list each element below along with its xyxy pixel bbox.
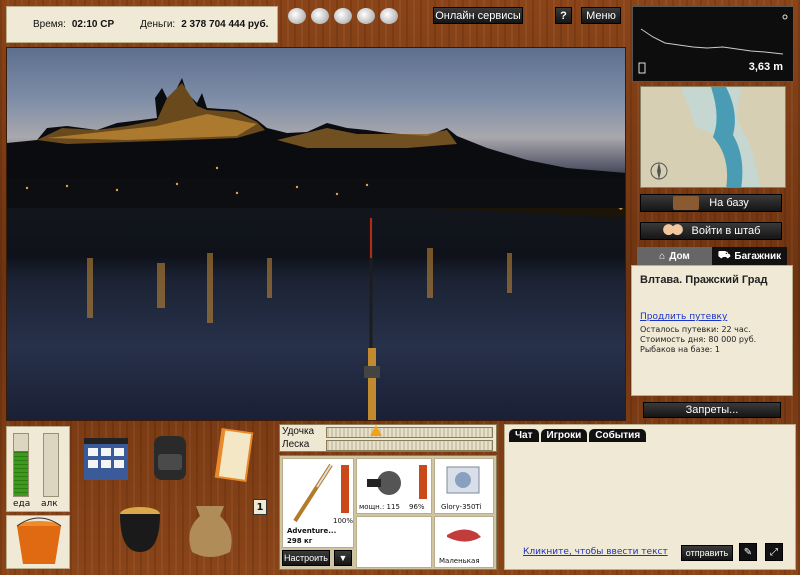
rod-condition-bar [341, 465, 349, 513]
time-label: Время: [33, 19, 66, 30]
fish-medal-icon[interactable] [380, 8, 398, 24]
tab-home-label: Дом [669, 250, 690, 262]
fishing-scene[interactable] [6, 47, 626, 421]
tackle-panel: 100% Adventure... 298 кг мощн.: 115 96% … [279, 455, 497, 570]
cauldron-icon[interactable] [112, 496, 168, 562]
eraser-icon[interactable]: ✎ [739, 543, 757, 561]
line-name: Glory-350Ti [441, 503, 482, 511]
to-base-label: На базу [709, 197, 749, 209]
rod-tension-bar [326, 427, 493, 438]
setup-dropdown-button[interactable]: ▼ [334, 550, 352, 566]
lure-name: Маленькая [439, 557, 480, 565]
rod-percent: 100% [333, 517, 354, 525]
enter-hq-button[interactable]: Войти в штаб [640, 222, 782, 240]
food-meter [13, 433, 29, 497]
rod-weight: 298 кг [287, 537, 313, 545]
rod-icon [293, 463, 333, 523]
help-button[interactable]: ? [555, 7, 572, 24]
enter-hq-label: Войти в штаб [691, 225, 761, 237]
car-icon: ⛟ [717, 249, 731, 261]
send-button[interactable]: отправить [681, 545, 733, 561]
house-icon [673, 196, 700, 210]
notebook-icon[interactable] [212, 426, 256, 484]
tab-events[interactable]: События [589, 429, 647, 442]
line-slot[interactable]: Glory-350Ti [434, 458, 494, 514]
people-icon [661, 224, 684, 238]
tab-players[interactable]: Игроки [540, 429, 588, 442]
fish-medal-icon[interactable] [334, 8, 352, 24]
money-value: 2 378 704 444 руб. [181, 19, 269, 30]
scene-illustration [7, 78, 625, 420]
anglers-count: Рыбаков на базе: 1 [640, 345, 720, 354]
line-spool-icon [446, 466, 480, 494]
alcohol-meter [43, 433, 59, 497]
to-base-button[interactable]: На базу [640, 194, 782, 212]
rod-bar-label: Удочка [282, 426, 315, 437]
tab-home[interactable]: ⌂ Дом [637, 247, 712, 265]
line-bar-label: Леска [282, 439, 310, 450]
location-title: Влтава. Пражский Град [640, 274, 768, 286]
menu-button[interactable]: Меню [581, 7, 621, 24]
rod-name: Adventure... [287, 527, 337, 535]
status-panel: Время: 02:10 СР Деньги: 2 378 704 444 ру… [6, 6, 278, 43]
home-tabs: ⌂ Дом ⛟ Багажник [637, 247, 787, 265]
reel-percent: 96% [409, 503, 425, 511]
backpack-icon[interactable] [148, 428, 192, 484]
reel-slot[interactable]: мощн.: 115 96% [356, 458, 432, 514]
trophy-bar [288, 8, 398, 24]
money-label: Деньги: [140, 19, 176, 30]
bucket-slot[interactable] [6, 515, 70, 569]
warning-icon [370, 425, 382, 436]
location-info: Влтава. Пражский Град Продлить путевку О… [631, 265, 793, 396]
fish-medal-icon[interactable] [288, 8, 306, 24]
tab-trunk[interactable]: ⛟ Багажник [712, 247, 787, 265]
tab-chat[interactable]: Чат [509, 429, 539, 442]
status-meters: еда алк [6, 426, 70, 512]
setup-button[interactable]: Настроить [282, 550, 330, 566]
lure-icon [447, 529, 481, 542]
depth-chart: 3,63 m [632, 6, 794, 82]
home-icon: ⌂ [659, 250, 666, 262]
bucket-icon [16, 517, 62, 564]
chat-tabs: Чат Игроки События [509, 429, 647, 442]
sack-icon[interactable] [182, 496, 238, 562]
reel-power: мощн.: 115 [359, 503, 400, 511]
lure-slot[interactable]: Маленькая [434, 516, 494, 568]
chat-panel: Чат Игроки События Кликните, чтобы ввест… [504, 424, 796, 570]
tackle-box-icon[interactable] [80, 428, 132, 484]
rod-slot[interactable]: 100% Adventure... 298 кг [282, 458, 354, 548]
day-cost: Стоимость дня: 80 000 руб. [640, 335, 757, 344]
permit-remaining: Осталось путевки: 22 час. [640, 325, 751, 334]
time-value: 02:10 СР [71, 19, 115, 30]
extend-permit-link[interactable]: Продлить путевку [640, 312, 784, 322]
online-services-button[interactable]: Онлайн сервисы [433, 7, 523, 24]
tab-trunk-label: Багажник [734, 250, 782, 262]
fish-medal-icon[interactable] [311, 8, 329, 24]
depth-value: 3,63 m [748, 61, 783, 73]
fish-medal-icon[interactable] [357, 8, 375, 24]
chat-input-link[interactable]: Кликните, чтобы ввести текст [523, 547, 668, 557]
bans-button[interactable]: Запреты... [643, 402, 781, 418]
reel-icon [367, 471, 401, 495]
line-tension-bar [326, 440, 493, 451]
tension-panel: Удочка Леска [279, 424, 497, 452]
slot-badge: 1 [253, 499, 267, 515]
location-map[interactable] [640, 86, 786, 188]
alcohol-label: алк [41, 499, 58, 509]
empty-slot[interactable] [356, 516, 432, 568]
reel-condition-bar [419, 465, 427, 499]
food-label: еда [13, 499, 31, 509]
resize-icon[interactable]: ⤢ [765, 543, 783, 561]
